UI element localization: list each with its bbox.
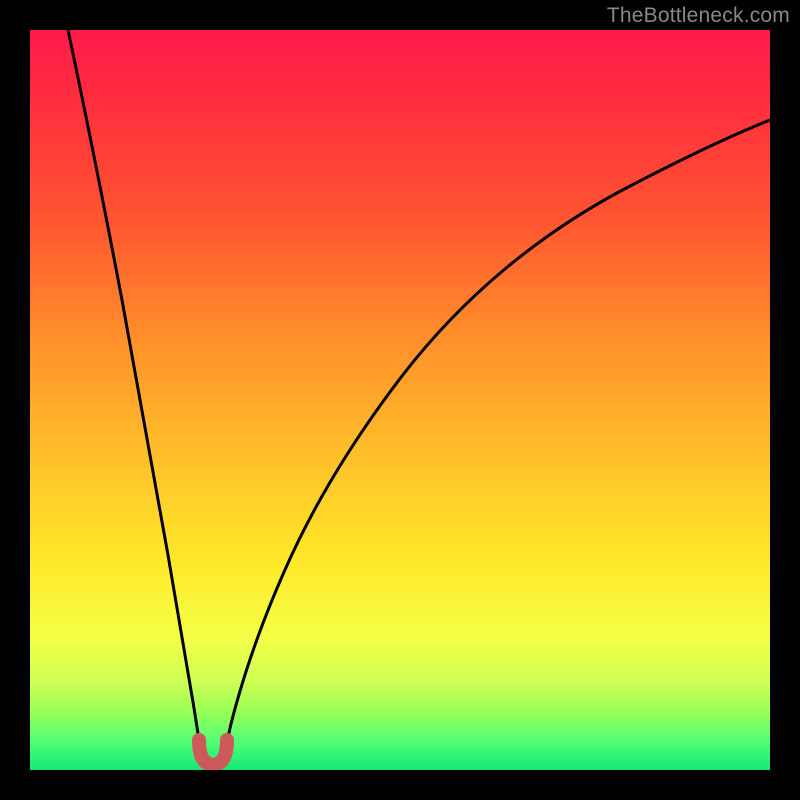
watermark-text: TheBottleneck.com <box>607 4 790 28</box>
chart-frame: TheBottleneck.com <box>0 0 800 800</box>
chart-background-gradient <box>30 30 770 770</box>
